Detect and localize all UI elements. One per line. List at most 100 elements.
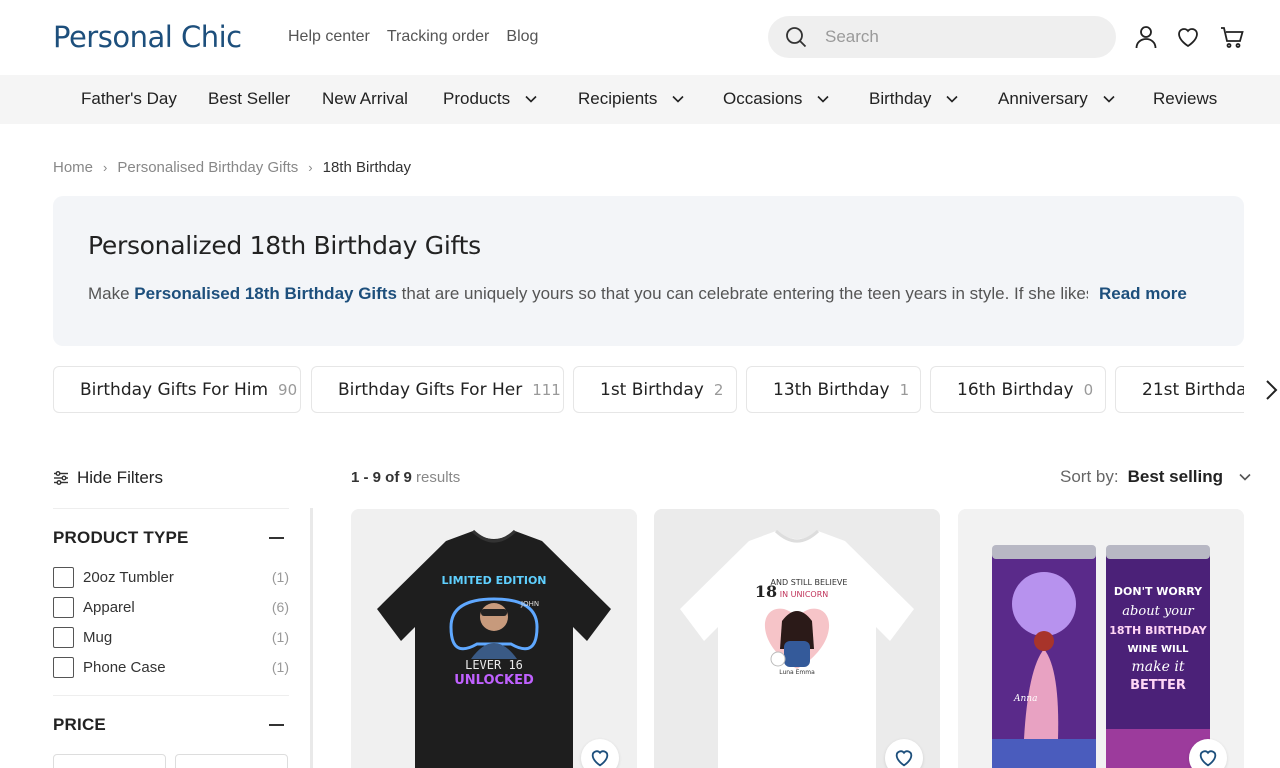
nav-label: Recipients xyxy=(578,89,658,108)
product-image-white-tshirt: 18 AND STILL BELIEVE IN UNICORN Luna Emm… xyxy=(654,509,940,768)
checkbox[interactable] xyxy=(53,626,74,648)
filter-sliders-icon xyxy=(54,471,68,485)
tumbler-signature: Anna xyxy=(1013,694,1037,704)
chip-label: Birthday Gifts For Him xyxy=(80,379,269,400)
user-icon[interactable] xyxy=(1133,24,1159,50)
chevron-right-icon: › xyxy=(308,160,313,175)
filter-label: 20oz Tumbler xyxy=(83,568,174,586)
product-image-black-tshirt: LIMITED EDITION JOHN LEVER 16 UNLOCKED xyxy=(351,509,637,768)
chip-16th-birthday[interactable]: 16th Birthday 0 xyxy=(930,366,1106,413)
nav-anniversary[interactable]: Anniversary xyxy=(998,89,1116,109)
price-max-input[interactable] xyxy=(175,754,288,768)
search-input[interactable] xyxy=(825,27,1085,47)
collapse-price-button[interactable] xyxy=(269,724,284,726)
results-count: 1 - 9 of 9 results xyxy=(351,469,460,486)
nav-label: Occasions xyxy=(723,89,803,108)
nav-label: New Arrival xyxy=(322,89,408,108)
read-more-link[interactable]: Read more xyxy=(1099,284,1187,304)
main-nav: Father's Day Best Seller New Arrival Pro… xyxy=(0,75,1280,124)
page-title: Personalized 18th Birthday Gifts xyxy=(88,231,481,260)
chevron-down-icon xyxy=(525,95,537,103)
search-bar[interactable] xyxy=(768,16,1116,58)
chevron-right-icon xyxy=(1266,380,1278,400)
chevron-down-icon xyxy=(817,95,829,103)
price-heading: PRICE xyxy=(53,715,106,734)
filter-count: (1) xyxy=(271,569,289,585)
chip-label: 16th Birthday xyxy=(957,379,1074,400)
sidebar-divider xyxy=(310,508,313,768)
collapse-product-type-button[interactable] xyxy=(269,537,284,539)
chip-1st-birthday[interactable]: 1st Birthday 2 xyxy=(573,366,737,413)
filter-count: (1) xyxy=(271,629,289,645)
filter-option-mug[interactable]: Mug (1) xyxy=(53,626,289,648)
results-suffix: results xyxy=(411,469,461,486)
nav-products[interactable]: Products xyxy=(443,89,538,109)
chip-count: 111 xyxy=(532,380,561,399)
checkbox[interactable] xyxy=(53,656,74,678)
product-card[interactable]: DON'T WORRY about your 18TH BIRTHDAY WIN… xyxy=(958,509,1244,768)
chevron-right-icon: › xyxy=(103,160,108,175)
filter-option-phone-case[interactable]: Phone Case (1) xyxy=(53,656,289,678)
hide-filters-toggle[interactable]: Hide Filters xyxy=(53,468,163,488)
nav-reviews[interactable]: Reviews xyxy=(1153,89,1217,109)
breadcrumb-parent[interactable]: Personalised Birthday Gifts xyxy=(117,159,298,176)
tumbler-print-text: 18TH BIRTHDAY xyxy=(1109,624,1208,637)
nav-recipients[interactable]: Recipients xyxy=(578,89,685,109)
site-logo[interactable]: Personal Chic xyxy=(53,20,242,54)
help-center-link[interactable]: Help center xyxy=(288,28,370,46)
description-suffix: that are uniquely yours so that you can … xyxy=(396,284,1088,303)
search-icon[interactable] xyxy=(784,25,808,49)
hide-filters-label: Hide Filters xyxy=(77,468,163,487)
checkbox[interactable] xyxy=(53,566,74,588)
chip-21st-birthday[interactable]: 21st Birthday xyxy=(1115,366,1244,413)
nav-best-seller[interactable]: Best Seller xyxy=(208,89,290,109)
shirt-name-tag: JOHN xyxy=(520,600,539,608)
product-type-heading: PRODUCT TYPE xyxy=(53,528,189,547)
chip-count: 1 xyxy=(899,380,910,399)
filter-count: (1) xyxy=(271,659,289,675)
tracking-order-link[interactable]: Tracking order xyxy=(387,28,490,46)
tumbler-print-text: DON'T WORRY xyxy=(1114,585,1203,598)
nav-fathers-day[interactable]: Father's Day xyxy=(81,89,177,109)
price-min-input[interactable] xyxy=(53,754,166,768)
chip-count: 0 xyxy=(1083,380,1094,399)
chip-label: 1st Birthday xyxy=(600,379,704,400)
nav-new-arrival[interactable]: New Arrival xyxy=(322,89,408,109)
tumbler-print-text: BETTER xyxy=(1130,678,1186,693)
wishlist-heart-icon[interactable] xyxy=(1175,24,1201,50)
sort-dropdown[interactable]: Sort by: Best selling xyxy=(1060,467,1252,487)
sort-label: Sort by: xyxy=(1060,467,1119,486)
chip-birthday-gifts-for-him[interactable]: Birthday Gifts For Him 90 xyxy=(53,366,301,413)
nav-occasions[interactable]: Occasions xyxy=(723,89,830,109)
tumbler-print-text: about your xyxy=(1122,604,1194,619)
checkbox[interactable] xyxy=(53,596,74,618)
chevron-down-icon xyxy=(672,95,684,103)
chip-13th-birthday[interactable]: 13th Birthday 1 xyxy=(746,366,921,413)
chip-label: 21st Birthday xyxy=(1142,379,1244,400)
filter-option-apparel[interactable]: Apparel (6) xyxy=(53,596,289,618)
nav-label: Reviews xyxy=(1153,89,1218,108)
filter-label: Apparel xyxy=(83,598,135,616)
chevron-down-icon xyxy=(1103,95,1115,103)
product-card[interactable]: 18 AND STILL BELIEVE IN UNICORN Luna Emm… xyxy=(654,509,940,768)
breadcrumb-home[interactable]: Home xyxy=(53,159,93,176)
chip-label: 13th Birthday xyxy=(773,379,890,400)
section-divider xyxy=(53,695,289,696)
category-banner: Personalized 18th Birthday Gifts Make Pe… xyxy=(53,196,1244,346)
chevron-down-icon xyxy=(1239,473,1251,481)
shirt-names-text: Luna Emma xyxy=(779,669,815,676)
nav-label: Best Seller xyxy=(208,89,291,108)
chip-birthday-gifts-for-her[interactable]: Birthday Gifts For Her 111 xyxy=(311,366,564,413)
product-card[interactable]: LIMITED EDITION JOHN LEVER 16 UNLOCKED xyxy=(351,509,637,768)
chips-next-button[interactable] xyxy=(1264,372,1280,408)
tumbler-print-text: make it xyxy=(1132,659,1185,675)
cart-icon[interactable] xyxy=(1219,24,1245,50)
breadcrumb: Home › Personalised Birthday Gifts › 18t… xyxy=(53,159,411,176)
breadcrumb-current: 18th Birthday xyxy=(322,159,412,176)
shirt-print-text: UNLOCKED xyxy=(454,673,534,688)
filter-option-20oz-tumbler[interactable]: 20oz Tumbler (1) xyxy=(53,566,289,588)
nav-birthday[interactable]: Birthday xyxy=(869,89,959,109)
chip-label: Birthday Gifts For Her xyxy=(338,379,523,400)
section-divider xyxy=(53,508,289,509)
blog-link[interactable]: Blog xyxy=(506,28,538,46)
